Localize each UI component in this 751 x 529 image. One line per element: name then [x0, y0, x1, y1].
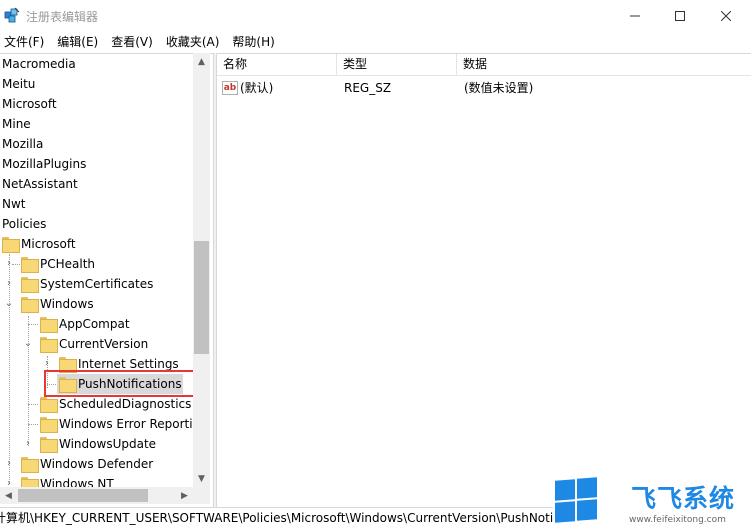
menu-favorites[interactable]: 收藏夹(A) [162, 33, 225, 50]
list-header: 名称 类型 数据 [217, 54, 751, 76]
scroll-thumb[interactable] [194, 241, 209, 354]
tree-item-systemcertificates[interactable]: › SystemCertificates [0, 274, 193, 294]
scroll-thumb[interactable] [18, 489, 148, 502]
scroll-down-icon[interactable]: ▼ [193, 470, 210, 487]
tree-item-scheduleddiagnostics[interactable]: ScheduledDiagnostics [0, 394, 193, 414]
minimize-icon [630, 15, 640, 16]
tree-item-windows-defender[interactable]: › Windows Defender [0, 454, 193, 474]
value-type: REG_SZ [344, 81, 392, 95]
folder-icon [21, 257, 39, 273]
folder-icon [40, 397, 58, 413]
folder-icon [21, 457, 39, 473]
tree-item-windows[interactable]: ⌄ Windows [0, 294, 193, 314]
tree-guide-line [28, 404, 38, 405]
folder-icon [40, 317, 58, 333]
registry-tree[interactable]: Macromedia Meitu Microsoft Mine Mozilla … [0, 53, 213, 507]
scroll-right-icon[interactable]: ▶ [176, 487, 193, 504]
menu-bar: 文件(F) 编辑(E) 查看(V) 收藏夹(A) 帮助(H) [0, 31, 751, 51]
folder-icon [40, 417, 58, 433]
tree-item-appcompat[interactable]: AppCompat [0, 314, 193, 334]
window-title: 注册表编辑器 [26, 10, 99, 24]
scroll-up-icon[interactable]: ▲ [193, 53, 210, 70]
folder-icon [40, 437, 58, 453]
menu-view[interactable]: 查看(V) [107, 33, 158, 50]
watermark-title: 飞飞系统 [631, 484, 736, 513]
values-list[interactable]: 名称 类型 数据 ab (默认) REG_SZ (数值未设置) [217, 53, 751, 507]
windows-logo-icon [555, 477, 599, 523]
folder-icon [40, 337, 58, 353]
column-header-name[interactable]: 名称 [217, 54, 337, 76]
tree-item-windows-error-reporting[interactable]: Windows Error Reporti [0, 414, 193, 434]
menu-edit[interactable]: 编辑(E) [53, 33, 103, 50]
value-data: (数值未设置) [464, 81, 534, 95]
tree-guide-line [28, 424, 38, 425]
scroll-left-icon[interactable]: ◀ [0, 487, 17, 504]
tree-item-currentversion[interactable]: ⌄ CurrentVersion [0, 334, 193, 354]
tree-item-pchealth[interactable]: › PCHealth [0, 254, 193, 274]
status-path: 计算机\HKEY_CURRENT_USER\SOFTWARE\Policies\… [0, 511, 604, 525]
tree-horizontal-scrollbar[interactable]: ◀ ▶ [0, 487, 193, 504]
column-header-data[interactable]: 数据 [457, 54, 751, 76]
regedit-app-icon [4, 7, 20, 23]
value-row[interactable]: ab (默认) REG_SZ (数值未设置) [217, 78, 751, 98]
watermark-url: www.feifeixitong.com [629, 515, 726, 525]
string-value-icon: ab [222, 81, 238, 95]
menu-help[interactable]: 帮助(H) [228, 33, 279, 50]
value-name: (默认) [240, 81, 274, 95]
close-icon [721, 10, 731, 21]
chevron-right-icon[interactable]: › [23, 434, 33, 454]
chevron-right-icon[interactable]: › [4, 454, 14, 474]
maximize-icon [675, 10, 685, 21]
chevron-right-icon[interactable]: › [4, 274, 14, 294]
tree-vertical-scrollbar[interactable]: ▲ ▼ [193, 53, 210, 487]
tree-guide-line [12, 264, 20, 265]
maximize-button[interactable] [657, 0, 703, 31]
folder-icon [21, 297, 39, 313]
folder-icon [2, 237, 20, 253]
watermark: 飞飞系统 www.feifeixitong.com [553, 477, 751, 529]
tree-guide-line [28, 324, 38, 325]
chevron-down-icon[interactable]: ⌄ [4, 294, 14, 314]
highlight-annotation [44, 370, 200, 397]
folder-icon [59, 357, 77, 373]
folder-icon [21, 277, 39, 293]
column-header-type[interactable]: 类型 [337, 54, 457, 76]
minimize-button[interactable] [612, 0, 658, 31]
close-button[interactable] [703, 0, 749, 31]
scroll-corner [193, 487, 210, 504]
menu-file[interactable]: 文件(F) [0, 33, 49, 50]
tree-item-windowsupdate[interactable]: › WindowsUpdate [0, 434, 193, 454]
title-bar: 注册表编辑器 [0, 0, 751, 31]
chevron-down-icon[interactable]: ⌄ [23, 334, 33, 354]
